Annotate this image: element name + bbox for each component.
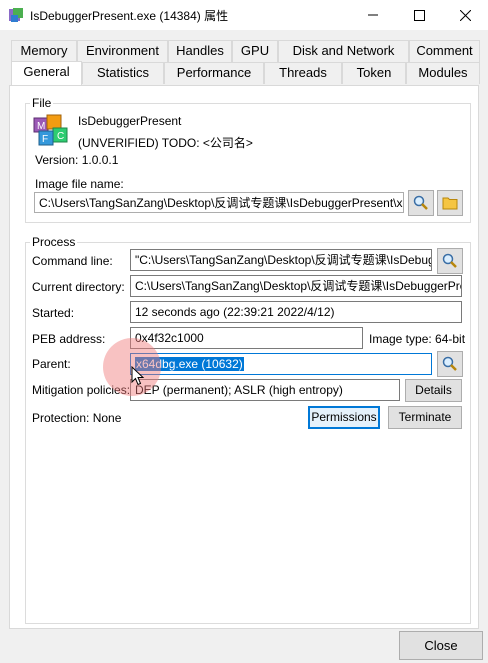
close-window-button[interactable] (442, 0, 488, 30)
parent-search-button[interactable] (437, 351, 463, 377)
tab-handles[interactable]: Handles (168, 40, 232, 62)
parent-field[interactable]: x64dbg.exe (10632) (130, 353, 432, 375)
file-company: (UNVERIFIED) TODO: <公司名> (78, 136, 253, 150)
tab-comment[interactable]: Comment (409, 40, 480, 62)
window-title: IsDebuggerPresent.exe (14384) 属性 (30, 9, 229, 23)
tab-disk-and-network[interactable]: Disk and Network (278, 40, 409, 62)
tab-statistics[interactable]: Statistics (82, 62, 164, 84)
started-field[interactable]: 12 seconds ago (22:39:21 2022/4/12) (130, 301, 462, 323)
tab-token[interactable]: Token (342, 62, 406, 84)
close-icon (459, 9, 471, 21)
process-group-title: Process (30, 235, 78, 249)
image-type: Image type: 64-bit (369, 332, 466, 346)
current-directory-field[interactable]: C:\Users\TangSanZang\Desktop\反调试专题课\IsDe… (130, 275, 462, 297)
maximize-icon (413, 9, 425, 21)
search-icon (442, 356, 457, 371)
minimize-icon (368, 14, 378, 16)
tab-performance[interactable]: Performance (164, 62, 264, 84)
terminate-button[interactable]: Terminate (388, 406, 462, 429)
tab-modules[interactable]: Modules (406, 62, 480, 84)
details-button[interactable]: Details (405, 379, 462, 402)
app-icon (9, 8, 23, 22)
parent-label: Parent: (32, 357, 71, 371)
image-file-name-field[interactable]: C:\Users\TangSanZang\Desktop\反调试专题课\IsDe… (34, 192, 404, 213)
maximize-button[interactable] (396, 0, 442, 30)
command-line-field[interactable]: "C:\Users\TangSanZang\Desktop\反调试专题课\IsD… (130, 249, 432, 271)
peb-address-label: PEB address: (32, 332, 106, 346)
minimize-button[interactable] (350, 0, 396, 30)
svg-text:C: C (57, 131, 64, 142)
search-icon (442, 253, 457, 268)
started-label: Started: (32, 306, 75, 320)
permissions-button[interactable]: Permissions (308, 406, 380, 429)
current-directory-label: Current directory: (32, 280, 125, 294)
open-folder-button[interactable] (437, 190, 463, 216)
tab-gpu[interactable]: GPU (232, 40, 278, 62)
tab-memory[interactable]: Memory (11, 40, 77, 62)
file-version: Version: 1.0.0.1 (35, 153, 119, 167)
file-group-title: File (30, 96, 54, 110)
command-line-label: Command line: (32, 254, 113, 268)
tab-environment[interactable]: Environment (77, 40, 168, 62)
close-button[interactable]: Close (399, 631, 483, 660)
mouse-cursor-icon (131, 366, 145, 386)
tab-threads[interactable]: Threads (264, 62, 342, 84)
application-icon: M F C (33, 114, 68, 146)
file-name: IsDebuggerPresent (78, 114, 182, 128)
image-file-name-label: Image file name: (35, 177, 124, 191)
folder-icon (442, 197, 458, 210)
search-icon (413, 195, 428, 210)
protection-label: Protection: None (32, 411, 122, 425)
process-group (25, 242, 471, 624)
tab-general[interactable]: General (11, 61, 82, 85)
image-file-search-button[interactable] (408, 190, 434, 216)
svg-text:M: M (37, 121, 45, 132)
command-line-search-button[interactable] (437, 248, 463, 274)
mitigation-policies-field[interactable]: DEP (permanent); ASLR (high entropy) (130, 379, 400, 401)
svg-text:F: F (42, 134, 48, 145)
peb-address-field[interactable]: 0x4f32c1000 (130, 327, 363, 349)
